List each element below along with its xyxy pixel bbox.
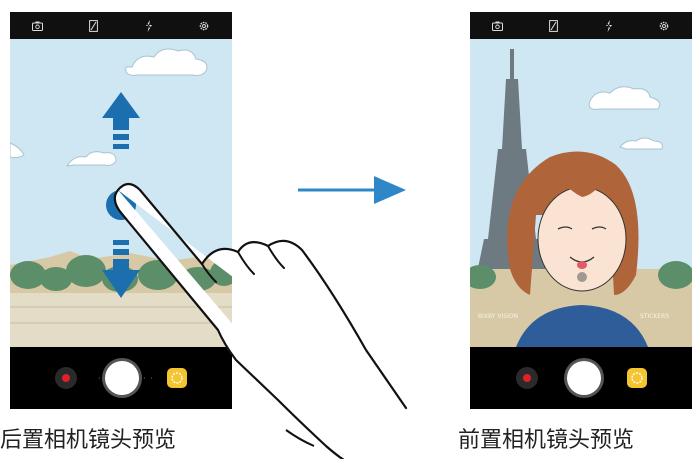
camera-top-bar bbox=[470, 12, 692, 39]
flash-off-icon[interactable] bbox=[142, 19, 156, 33]
settings-icon[interactable] bbox=[657, 19, 671, 33]
record-button[interactable] bbox=[55, 367, 77, 389]
front-viewfinder[interactable]: BIXBY VISION STICKERS bbox=[470, 39, 692, 347]
shutter-button[interactable] bbox=[567, 361, 601, 395]
stickers-button[interactable] bbox=[627, 368, 647, 388]
hdr-icon[interactable] bbox=[86, 19, 100, 33]
stickers-label[interactable]: STICKERS bbox=[640, 313, 669, 320]
camera-top-bar bbox=[10, 12, 232, 39]
front-camera-phone: BIXBY VISION STICKERS bbox=[470, 12, 692, 409]
transition-arrow-icon bbox=[298, 176, 406, 204]
switch-camera-icon[interactable] bbox=[491, 19, 505, 33]
settings-icon[interactable] bbox=[197, 19, 211, 33]
switch-camera-icon[interactable] bbox=[31, 19, 45, 33]
camera-bottom-bar bbox=[470, 347, 692, 409]
record-button[interactable] bbox=[516, 367, 538, 389]
up-arrow-icon bbox=[102, 92, 140, 130]
front-camera-caption: 前置相机镜头预览 bbox=[458, 428, 635, 453]
hand-gesture-icon bbox=[113, 182, 408, 459]
bixby-vision-label[interactable]: BIXBY VISION bbox=[478, 313, 518, 320]
rear-camera-caption: 后置相机镜头预览 bbox=[0, 428, 177, 453]
sticker-icon bbox=[631, 372, 643, 384]
flash-off-icon[interactable] bbox=[602, 19, 616, 33]
hdr-icon[interactable] bbox=[546, 19, 560, 33]
